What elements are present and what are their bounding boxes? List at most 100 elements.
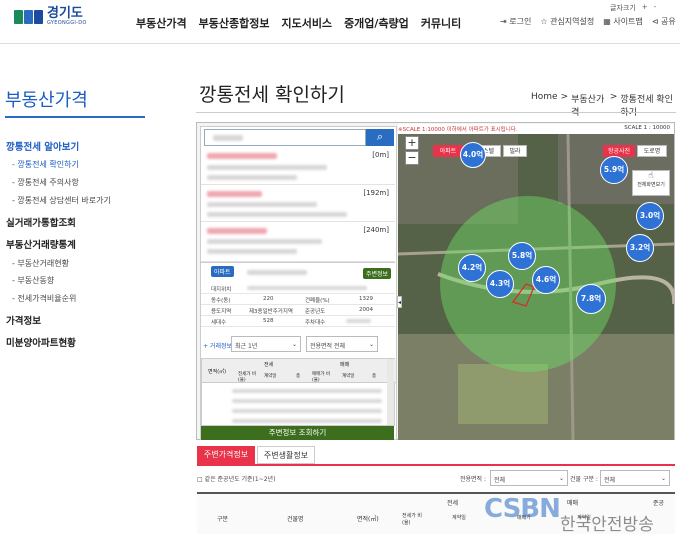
interest-area-link[interactable]: ☆ 관심지역설정	[540, 16, 594, 27]
tab-apartment[interactable]: 아파트	[433, 145, 463, 157]
search-button[interactable]: ⌕	[366, 129, 394, 146]
title-divider	[196, 112, 676, 113]
blurred-table-row	[232, 399, 382, 403]
price-marker[interactable]: 4.2억	[458, 254, 486, 282]
detail-row: 용도지역 제3종일반주거지역 준공년도 2004	[201, 305, 395, 316]
price-marker[interactable]: 3.0억	[636, 202, 664, 230]
nearby-info-button[interactable]: 주변정보	[363, 268, 392, 279]
sidebar-item-trade-status[interactable]: - 부동산거래현황	[12, 258, 69, 269]
sidebar-item-jeonse-ratio[interactable]: - 전세가격비율순위	[12, 293, 76, 304]
building-filter-label: 건물 구분 :	[570, 476, 598, 483]
detail-label: 준공년도	[305, 309, 326, 315]
top-navigation: 경기도 GYEONGGI-DO 부동산가격 부동산종합정보 지도서비스 중개업/…	[0, 0, 680, 44]
tab-nearby-life[interactable]: 주변생활정보	[257, 446, 315, 464]
sidebar-item-jeonse-caution[interactable]: - 깡통전세 주의사항	[12, 177, 79, 188]
period-select[interactable]: 최근 1년 ⌄	[231, 336, 301, 352]
menu-real-estate-info[interactable]: 부동산종합정보	[199, 15, 270, 31]
sidebar-title: 부동산가격	[5, 90, 88, 111]
sidebar-item-trend[interactable]: - 부동산동향	[12, 275, 54, 286]
site-logo[interactable]: 경기도 GYEONGGI-DO	[14, 7, 87, 26]
sidebar-item-jeonse-check[interactable]: - 깡통전세 확인하기	[12, 159, 79, 170]
detail-label: 동수(동)	[211, 298, 231, 304]
login-icon: ⇥	[500, 17, 510, 26]
area-filter-select[interactable]: 전체 ⌄	[490, 470, 568, 486]
logo-subtext: GYEONGGI-DO	[47, 20, 87, 26]
breadcrumb-current: 깡통전세 확인하기	[620, 95, 673, 118]
price-marker[interactable]: 3.2억	[626, 234, 654, 262]
share-link[interactable]: ⊲ 공유	[652, 16, 676, 27]
table-subheader: 계약일	[264, 374, 277, 379]
sidebar-item-jeonse-center[interactable]: - 깡통전세 상담센터 바로가기	[12, 195, 111, 206]
chevron-down-icon: ⌄	[660, 475, 666, 482]
price-marker[interactable]: 5.9억	[600, 156, 628, 184]
breadcrumb-price[interactable]: 부동산가격	[571, 92, 607, 118]
sidebar-section-price-info[interactable]: 가격정보	[6, 313, 41, 327]
detail-row: 동수(동) 220 건폐율(%) 1329	[201, 294, 395, 305]
menu-map-service[interactable]: 지도서비스	[281, 15, 332, 31]
menu-real-estate-price[interactable]: 부동산가격	[136, 15, 187, 31]
login-link[interactable]: ⇥ 로그인	[500, 16, 531, 27]
sidebar-section-trade-volume[interactable]: 부동산거래량통계	[6, 237, 76, 251]
zoom-out-button[interactable]: −	[405, 151, 419, 165]
detail-row: 세대수 528 주차대수	[201, 316, 395, 327]
breadcrumb-separator: >	[560, 92, 569, 102]
blurred-table-row	[232, 409, 382, 413]
interest-area-label: 관심지역설정	[550, 17, 595, 26]
list-item[interactable]: [192m]	[201, 185, 395, 222]
sidebar-section-real-trade[interactable]: 실거래가통합조회	[6, 215, 76, 229]
sidebar-section-label: 미분양아파트현황	[6, 338, 76, 349]
detail-value: 제3종일반주거지역	[249, 309, 293, 315]
font-size-down-button[interactable]: -	[654, 3, 657, 13]
table-scrollbar[interactable]	[387, 359, 394, 425]
price-marker[interactable]: 4.0억	[460, 142, 486, 168]
map-notice-bar: ※SCALE 1:10000 이하에서 아파트가 표시됩니다. SCALE 1 …	[398, 124, 674, 134]
list-item[interactable]: [0m]	[201, 147, 395, 185]
breadcrumb-home[interactable]: Home	[531, 92, 558, 118]
satellite-map[interactable]: 아파트 오피스텔 빌라 항공사진 도로명 + − ☝전체화면보기 4.0억 5.…	[398, 134, 674, 440]
same-year-checkbox[interactable]: □ 같은 준공년도 기준(1~2년)	[197, 474, 275, 483]
area-select[interactable]: 전용면적 전체 ⌄	[306, 336, 378, 352]
distance-badge: [192m]	[363, 189, 389, 197]
menu-broker-survey[interactable]: 중개업/측량업	[344, 15, 409, 31]
detail-value: 2004	[359, 307, 373, 313]
tab-villa[interactable]: 빌라	[503, 145, 527, 157]
list-item[interactable]: [240m]	[201, 222, 395, 262]
tab-road-name[interactable]: 도로명	[637, 145, 667, 157]
detail-label: 용도지역	[211, 309, 232, 315]
sidebar-section-unsold[interactable]: 미분양아파트현황	[6, 335, 76, 349]
fullscreen-button[interactable]: ☝ 전체화면보기	[632, 170, 670, 196]
font-size-up-button[interactable]: +	[642, 3, 648, 13]
blurred-address	[207, 175, 297, 180]
price-marker[interactable]: 7.8억	[576, 284, 606, 314]
building-filter-value: 전체	[604, 477, 616, 484]
tab-nearby-price[interactable]: 주변가격정보	[197, 446, 255, 464]
main-menu: 부동산가격 부동산종합정보 지도서비스 중개업/측량업 커뮤니티	[136, 15, 461, 31]
map-scale: SCALE 1 : 10000	[624, 125, 670, 131]
nearby-lookup-button[interactable]: 주변정보 조회하기	[201, 426, 394, 440]
sitemap-link[interactable]: ▦ 사이트맵	[603, 16, 643, 27]
panel-collapse-handle[interactable]: ◂	[397, 296, 402, 308]
building-filter-select[interactable]: 전체 ⌄	[600, 470, 670, 486]
blurred-value	[346, 319, 371, 323]
menu-community[interactable]: 커뮤니티	[421, 15, 461, 31]
watermark-text: 한국안전방송	[560, 515, 654, 535]
period-select-value: 최근 1년	[235, 343, 258, 350]
price-marker[interactable]: 5.8억	[508, 242, 536, 270]
table-header: 매매	[567, 500, 579, 507]
search-input[interactable]	[204, 129, 366, 146]
sidebar-section-jeonse-check[interactable]: 깡통전세 알아보기	[6, 139, 79, 153]
sidebar-section-label: 부동산거래량통계	[6, 240, 76, 251]
login-label: 로그인	[509, 17, 532, 26]
trade-info-toggle[interactable]: + 거래정보	[203, 341, 232, 350]
table-subheader: 계약일	[452, 515, 466, 521]
table-subheader: 계약일	[342, 374, 355, 379]
area-filter-value: 전체	[494, 477, 506, 484]
price-marker[interactable]: 4.3억	[486, 270, 514, 298]
price-marker[interactable]: 4.6억	[532, 266, 560, 294]
table-header: 구분	[217, 516, 229, 523]
tab-aerial-photo[interactable]: 항공사진	[603, 145, 635, 157]
blurred-address	[207, 202, 317, 207]
watermark-logo: CSBN	[484, 494, 561, 524]
zoom-in-button[interactable]: +	[405, 136, 419, 150]
trade-filter: + 거래정보 최근 1년 ⌄ 전용면적 전체 ⌄	[201, 336, 395, 354]
